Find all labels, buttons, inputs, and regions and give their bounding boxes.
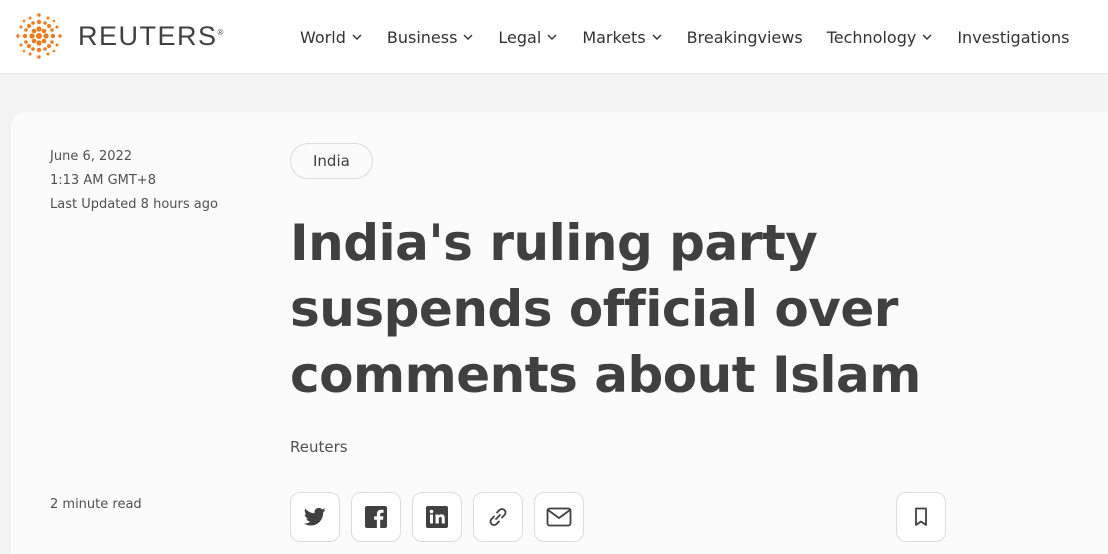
article-meta: June 6, 2022 1:13 AM GMT+8 Last Updated … xyxy=(50,145,218,217)
nav-item-label: Breakingviews xyxy=(686,27,803,47)
share-linkedin-button[interactable] xyxy=(412,492,462,542)
nav-item-label: Business xyxy=(386,27,458,47)
nav-item-world[interactable]: World xyxy=(300,28,363,47)
main-nav: World Business Legal Markets Breakingvie… xyxy=(300,0,1070,74)
chevron-down-icon xyxy=(652,34,662,40)
nav-item-legal[interactable]: Legal xyxy=(498,28,558,47)
chevron-down-icon xyxy=(463,34,473,40)
chevron-down-icon xyxy=(922,34,932,40)
linkedin-icon xyxy=(426,506,448,528)
share-bar xyxy=(290,492,584,542)
nav-item-technology[interactable]: Technology xyxy=(827,28,934,47)
article-author[interactable]: Reuters xyxy=(290,438,348,456)
email-icon xyxy=(546,507,572,527)
article-headline: India's ruling party suspends official o… xyxy=(290,214,921,404)
facebook-icon xyxy=(365,506,387,528)
nav-item-business[interactable]: Business xyxy=(387,28,475,47)
copy-link-button[interactable] xyxy=(473,492,523,542)
nav-item-investigations[interactable]: Investigations xyxy=(957,28,1069,47)
nav-item-label: Investigations xyxy=(957,27,1070,47)
nav-item-label: Legal xyxy=(498,27,542,47)
nav-item-markets[interactable]: Markets xyxy=(582,28,662,47)
logo-text: REUTERS® xyxy=(78,20,224,51)
bookmark-button[interactable] xyxy=(896,492,946,542)
site-header: REUTERS® World Business Legal Markets Br… xyxy=(0,0,1108,74)
chevron-down-icon xyxy=(547,34,557,40)
nav-item-label: Markets xyxy=(582,27,646,47)
topic-tag-india[interactable]: India xyxy=(290,143,373,179)
bookmark-icon xyxy=(915,507,927,526)
twitter-icon xyxy=(304,507,326,526)
reuters-logo[interactable]: REUTERS® xyxy=(10,9,223,63)
nav-item-label: World xyxy=(300,27,346,47)
last-updated: Last Updated 8 hours ago xyxy=(50,197,218,212)
chevron-down-icon xyxy=(352,34,362,40)
nav-item-label: Technology xyxy=(826,27,917,47)
link-icon xyxy=(489,508,507,526)
reuters-logo-mark-icon xyxy=(16,13,62,59)
share-twitter-button[interactable] xyxy=(290,492,340,542)
read-time: 2 minute read xyxy=(50,497,142,512)
publish-time: 1:13 AM GMT+8 xyxy=(50,173,156,188)
nav-item-breakingviews[interactable]: Breakingviews xyxy=(687,28,803,47)
share-facebook-button[interactable] xyxy=(351,492,401,542)
publish-date: June 6, 2022 xyxy=(50,149,133,164)
share-email-button[interactable] xyxy=(534,492,584,542)
